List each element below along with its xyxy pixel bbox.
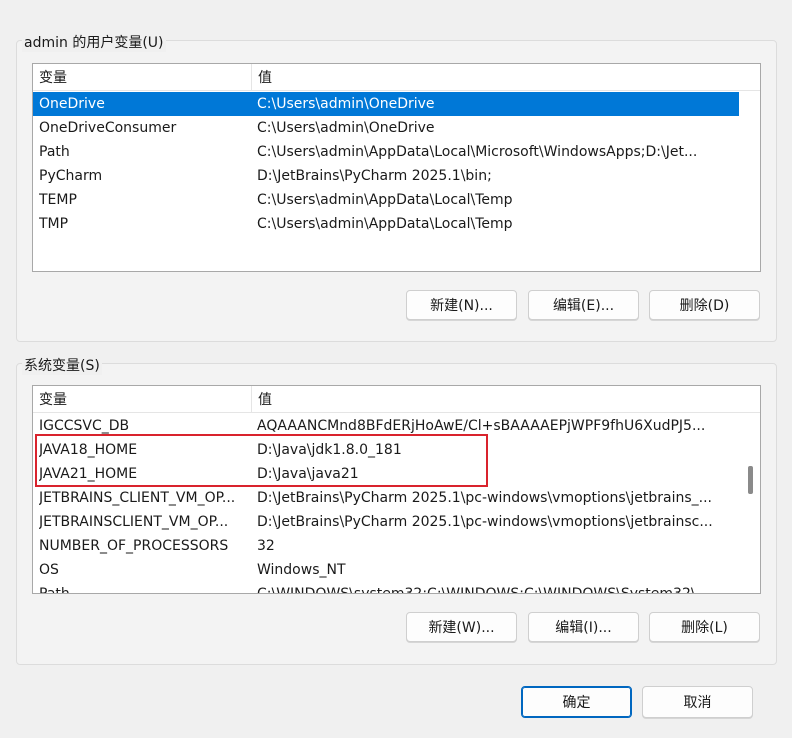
variable-name-cell: JETBRAINS_CLIENT_VM_OP... <box>39 490 236 506</box>
variable-value-cell: C:\WINDOWS\system32;C:\WINDOWS;C:\WINDOW… <box>257 586 709 594</box>
variable-name-cell: PyCharm <box>39 168 103 184</box>
variable-value-cell: C:\Users\admin\AppData\Local\Temp <box>257 216 513 232</box>
user-edit-button[interactable]: 编辑(E)... <box>528 290 639 320</box>
variable-value-cell: Windows_NT <box>257 562 346 578</box>
table-row[interactable]: Path C:\WINDOWS\system32;C:\WINDOWS;C:\WI… <box>33 582 739 594</box>
table-row[interactable]: PyCharm D:\JetBrains\PyCharm 2025.1\bin; <box>33 164 739 188</box>
system-new-button[interactable]: 新建(W)... <box>406 612 517 642</box>
user-variables-list[interactable]: 变量 值 OneDrive C:\Users\admin\OneDrive OneD… <box>32 63 761 272</box>
table-row[interactable]: JETBRAINS_CLIENT_VM_OP... D:\JetBrains\Py… <box>33 486 739 510</box>
variable-name-cell: JETBRAINSCLIENT_VM_OP... <box>39 514 229 530</box>
system-edit-button[interactable]: 编辑(I)... <box>528 612 639 642</box>
system-delete-button[interactable]: 删除(L) <box>649 612 760 642</box>
variable-name-cell: NUMBER_OF_PROCESSORS <box>39 538 229 554</box>
system-list-scrollbar[interactable] <box>742 413 760 593</box>
column-header-name[interactable]: 变量 <box>33 64 249 90</box>
table-row[interactable]: OneDriveConsumer C:\Users\admin\OneDrive <box>33 116 739 140</box>
user-variables-label: admin 的用户变量(U) <box>22 32 166 52</box>
table-row[interactable]: TMP C:\Users\admin\AppData\Local\Temp <box>33 212 739 236</box>
variable-name-cell: Path <box>39 144 70 160</box>
variable-value-cell: C:\Users\admin\OneDrive <box>257 120 435 136</box>
ok-button[interactable]: 确定 <box>521 686 632 718</box>
variable-value-cell: D:\JetBrains\PyCharm 2025.1\pc-windows\v… <box>257 514 713 530</box>
variable-name-cell: TMP <box>39 216 69 232</box>
system-variables-label: 系统变量(S) <box>22 355 102 375</box>
table-row[interactable]: Path C:\Users\admin\AppData\Local\Microso… <box>33 140 739 164</box>
variable-name-cell: Path <box>39 586 70 594</box>
table-row[interactable]: NUMBER_OF_PROCESSORS 32 <box>33 534 739 558</box>
user-list-scrollbar[interactable] <box>742 91 760 271</box>
variable-name-cell: OneDrive <box>39 96 105 112</box>
user-new-button[interactable]: 新建(N)... <box>406 290 517 320</box>
list-header: 变量 值 <box>33 386 760 413</box>
cancel-button[interactable]: 取消 <box>642 686 753 718</box>
variable-value-cell: C:\Users\admin\OneDrive <box>257 96 435 112</box>
variable-value-cell: D:\JetBrains\PyCharm 2025.1\pc-windows\v… <box>257 490 712 506</box>
variable-value-cell: C:\Users\admin\AppData\Local\Microsoft\W… <box>257 144 698 160</box>
system-variables-list[interactable]: 变量 值 IGCCSVC_DB AQAAANCMnd8BFdERjHoAwE/Cl… <box>32 385 761 594</box>
variable-name-cell: OneDriveConsumer <box>39 120 177 136</box>
table-row[interactable]: JETBRAINSCLIENT_VM_OP... D:\JetBrains\PyC… <box>33 510 739 534</box>
annotation-highlight-box <box>35 434 488 487</box>
table-row[interactable]: OneDrive C:\Users\admin\OneDrive <box>33 92 739 116</box>
variable-name-cell: TEMP <box>39 192 77 208</box>
table-row[interactable]: OS Windows_NT <box>33 558 739 582</box>
list-header: 变量 值 <box>33 64 760 91</box>
variable-value-cell: D:\JetBrains\PyCharm 2025.1\bin; <box>257 168 492 184</box>
column-header-value[interactable]: 值 <box>251 64 746 90</box>
user-delete-button[interactable]: 删除(D) <box>649 290 760 320</box>
variable-value-cell: 32 <box>257 538 275 554</box>
column-header-value[interactable]: 值 <box>251 386 746 412</box>
variable-value-cell: C:\Users\admin\AppData\Local\Temp <box>257 192 513 208</box>
column-header-name[interactable]: 变量 <box>33 386 249 412</box>
table-row[interactable]: TEMP C:\Users\admin\AppData\Local\Temp <box>33 188 739 212</box>
scrollbar-thumb[interactable] <box>748 466 753 494</box>
variable-name-cell: OS <box>39 562 59 578</box>
